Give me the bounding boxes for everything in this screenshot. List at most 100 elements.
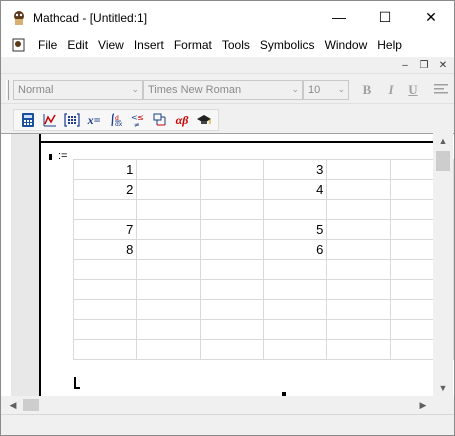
style-combo[interactable]: Normal ⌄	[13, 80, 143, 100]
restore-icon: ❐	[419, 59, 429, 71]
italic-button[interactable]: I	[381, 82, 401, 98]
worksheet-area[interactable]: := 13247586	[1, 133, 454, 397]
matrix-cell[interactable]	[72, 199, 138, 220]
underline-button[interactable]: U	[403, 82, 423, 98]
matrix-cell[interactable]	[72, 339, 138, 360]
matrix-cell[interactable]	[72, 259, 138, 280]
toolbar-grip[interactable]	[6, 80, 9, 100]
matrix-cell[interactable]	[136, 199, 201, 220]
placeholder-marker[interactable]	[49, 154, 52, 160]
menu-format[interactable]: Format	[169, 38, 217, 52]
menu-window[interactable]: Window	[320, 38, 373, 52]
calculus-icon[interactable]: d dx	[105, 110, 127, 130]
matrix-cell[interactable]	[199, 219, 264, 240]
calculator-icon[interactable]	[17, 110, 39, 130]
align-left-icon[interactable]	[433, 83, 449, 97]
matrix-cell[interactable]	[262, 319, 328, 340]
matrix-cell[interactable]	[136, 159, 201, 180]
programming-icon[interactable]	[149, 110, 171, 130]
greek-icon[interactable]: αβ	[171, 110, 193, 130]
evaluation-icon[interactable]: x=	[83, 110, 105, 130]
boolean-icon[interactable]: < ≤ ≠	[127, 110, 149, 130]
menu-edit[interactable]: Edit	[62, 38, 93, 52]
matrix-cell[interactable]: 6	[262, 239, 328, 260]
matrix-cell[interactable]	[262, 299, 328, 320]
assignment-operator[interactable]: :=	[58, 150, 67, 162]
matrix-cell[interactable]	[136, 219, 201, 240]
matrix-cell[interactable]	[199, 159, 264, 180]
graph-icon[interactable]	[39, 110, 61, 130]
vertical-scrollbar[interactable]: ▲ ▼	[433, 133, 453, 396]
size-combo[interactable]: 10 ⌄	[303, 80, 349, 100]
matrix-cell[interactable]	[262, 339, 328, 360]
matrix-cell[interactable]	[326, 179, 391, 200]
document-icon[interactable]	[11, 37, 27, 53]
matrix-cell[interactable]	[72, 319, 138, 340]
matrix-cell[interactable]	[326, 199, 391, 220]
menu-insert[interactable]: Insert	[129, 38, 169, 52]
font-combo[interactable]: Times New Roman ⌄	[143, 80, 303, 100]
matrix-cell[interactable]	[136, 319, 201, 340]
matrix-cell[interactable]	[199, 259, 264, 280]
scroll-up-button[interactable]: ▲	[433, 133, 453, 149]
matrix-cell[interactable]	[136, 299, 201, 320]
matrix-cell[interactable]	[136, 339, 201, 360]
matrix-cell[interactable]	[199, 319, 264, 340]
menu-view[interactable]: View	[93, 38, 129, 52]
matrix-cell[interactable]: 3	[262, 159, 328, 180]
matrix-row: 13	[72, 159, 454, 180]
matrix-icon[interactable]	[61, 110, 83, 130]
matrix-cell[interactable]	[326, 279, 391, 300]
matrix-cell[interactable]	[262, 199, 328, 220]
scroll-down-button[interactable]: ▼	[433, 380, 453, 396]
matrix-cell[interactable]	[199, 239, 264, 260]
matrix-definition[interactable]: 13247586	[72, 159, 454, 360]
matrix-cell[interactable]	[326, 299, 391, 320]
doc-close-button[interactable]: ✕	[433, 57, 453, 73]
horizontal-scrollbar[interactable]: ◀ ▶	[1, 396, 433, 414]
matrix-cell[interactable]	[72, 299, 138, 320]
matrix-cell[interactable]	[199, 279, 264, 300]
symbolic-icon[interactable]	[193, 110, 215, 130]
matrix-cell[interactable]	[326, 159, 391, 180]
maximize-button[interactable]: ☐	[362, 1, 408, 33]
close-button[interactable]: ✕	[408, 1, 454, 33]
matrix-cell[interactable]	[199, 299, 264, 320]
title-bar[interactable]: Mathcad - [Untitled:1] — ☐ ✕	[1, 1, 454, 33]
scroll-left-button[interactable]: ◀	[3, 396, 23, 414]
bold-button[interactable]: B	[357, 82, 377, 98]
matrix-cell[interactable]: 7	[72, 219, 138, 240]
matrix-cell[interactable]	[72, 279, 138, 300]
vertical-scroll-thumb[interactable]	[436, 151, 450, 171]
matrix-cell[interactable]	[262, 279, 328, 300]
matrix-cell[interactable]	[136, 259, 201, 280]
matrix-cell[interactable]	[326, 319, 391, 340]
matrix-cell[interactable]: 8	[72, 239, 138, 260]
horizontal-scroll-thumb[interactable]	[23, 399, 39, 411]
matrix-cell[interactable]	[199, 199, 264, 220]
doc-minimize-button[interactable]: –	[395, 57, 415, 73]
matrix-cell[interactable]: 1	[72, 159, 138, 180]
matrix-cell[interactable]: 5	[262, 219, 328, 240]
matrix-cell[interactable]	[262, 259, 328, 280]
matrix-cell[interactable]	[199, 179, 264, 200]
matrix-cell[interactable]	[326, 239, 391, 260]
scroll-right-button[interactable]: ▶	[413, 396, 433, 414]
menu-help[interactable]: Help	[372, 38, 407, 52]
insertion-cursor[interactable]	[74, 377, 80, 389]
menu-file[interactable]: File	[33, 38, 62, 52]
matrix-cell[interactable]: 4	[262, 179, 328, 200]
doc-restore-button[interactable]: ❐	[414, 57, 434, 73]
matrix-cell[interactable]	[326, 339, 391, 360]
minimize-button[interactable]: —	[316, 1, 362, 33]
matrix-cell[interactable]: 2	[72, 179, 138, 200]
matrix-cell[interactable]	[326, 259, 391, 280]
matrix-cell[interactable]	[136, 279, 201, 300]
matrix-cell[interactable]	[136, 179, 201, 200]
matrix-cell[interactable]	[326, 219, 391, 240]
matrix-cell[interactable]	[136, 239, 201, 260]
menu-symbolics[interactable]: Symbolics	[255, 38, 320, 52]
matrix-row	[72, 299, 454, 320]
menu-tools[interactable]: Tools	[217, 38, 255, 52]
matrix-cell[interactable]	[199, 339, 264, 360]
